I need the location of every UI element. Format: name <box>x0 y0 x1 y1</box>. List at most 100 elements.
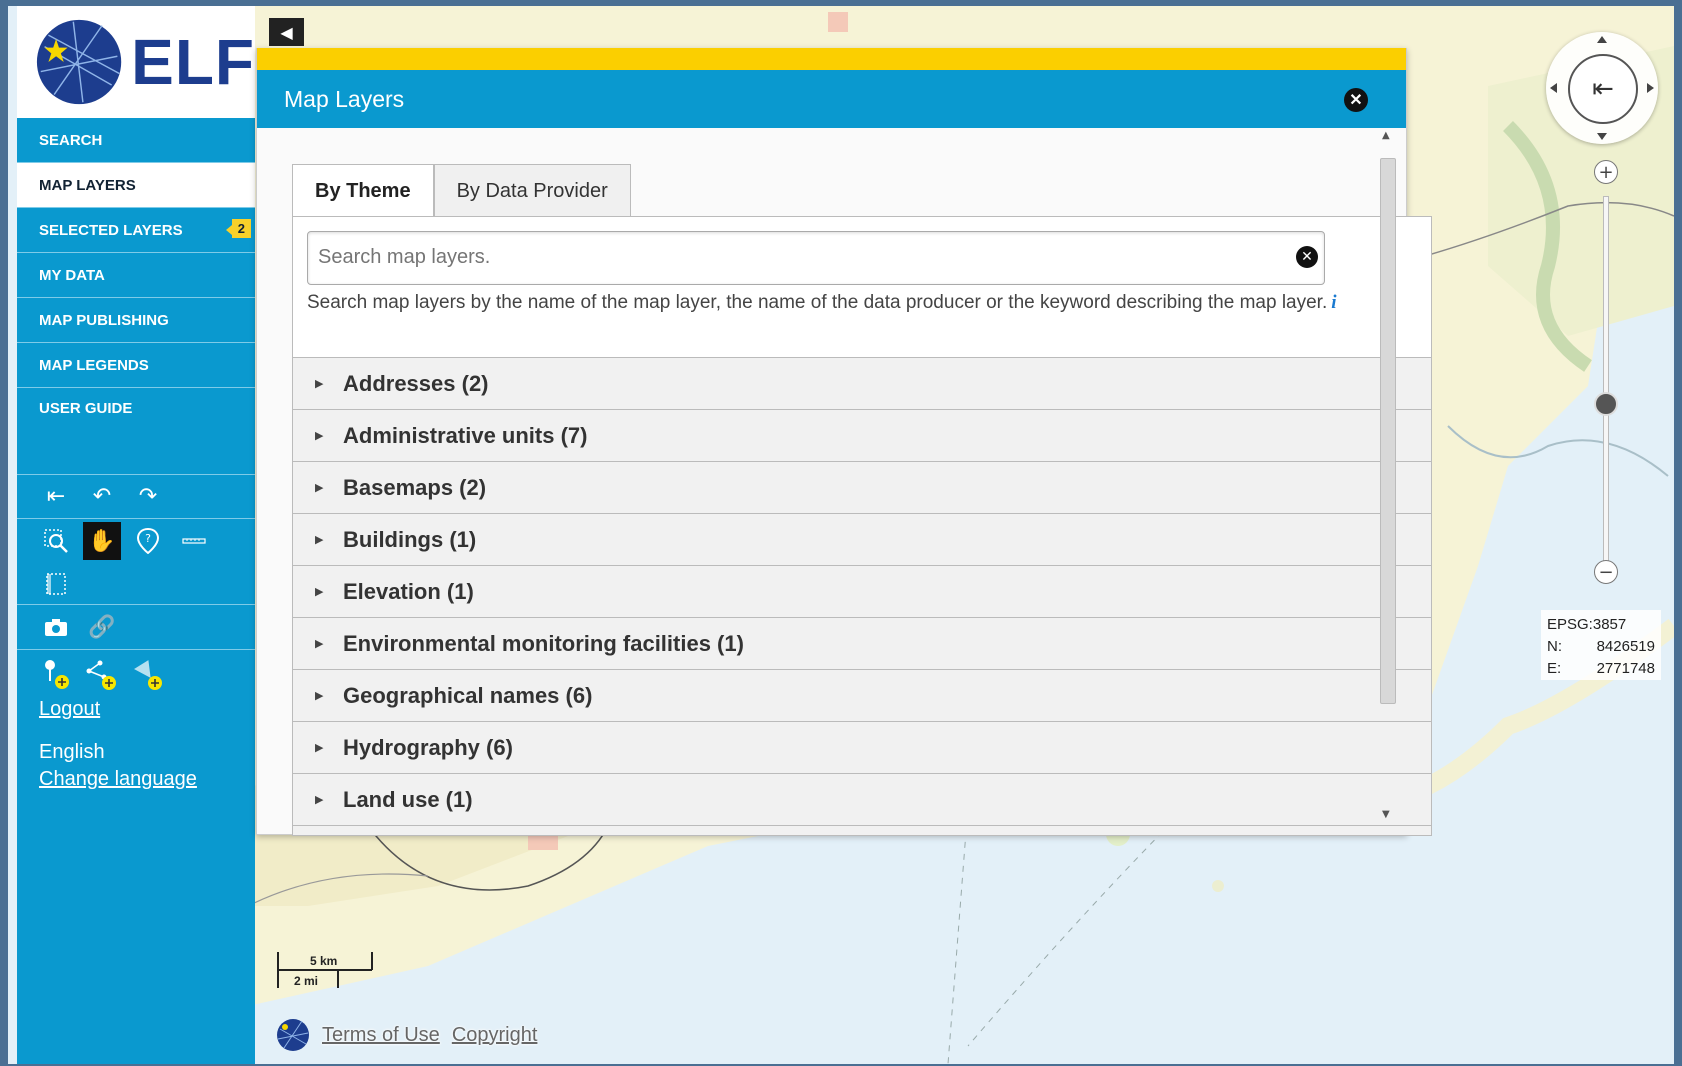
clear-search-icon[interactable]: ✕ <box>1296 246 1318 268</box>
menu-item-map-layers[interactable]: MAP LAYERS <box>17 163 255 208</box>
reset-map-icon[interactable]: ⇤ <box>1568 54 1638 124</box>
camera-icon[interactable] <box>37 608 75 646</box>
app-window: ELF SEARCH MAP LAYERS SELECTED LAYERS 2 M… <box>8 6 1674 1064</box>
panel-tabs: By Theme By Data Provider <box>292 164 631 217</box>
collapse-panel-button[interactable]: ◀ <box>269 18 304 46</box>
logout-link[interactable]: Logout <box>17 698 255 721</box>
elf-logo[interactable]: ELF <box>17 6 255 118</box>
tab-by-theme[interactable]: By Theme <box>292 164 434 217</box>
add-line-icon[interactable] <box>83 655 121 693</box>
pan-up-icon[interactable] <box>1597 36 1607 43</box>
layer-group-addresses[interactable]: ▶ Addresses (2) <box>293 357 1431 409</box>
map-layers-panel: Map Layers ✕ By Theme By Data Provider ✕… <box>256 48 1432 836</box>
scale-bar: 5 km 2 mi <box>276 952 376 996</box>
panel-scrollbar[interactable]: ▲ ▼ <box>1378 130 1396 820</box>
copyright-link[interactable]: Copyright <box>452 1024 538 1047</box>
reset-view-icon[interactable]: ⇤ <box>37 478 75 516</box>
scroll-thumb[interactable] <box>1380 158 1396 704</box>
undo-icon[interactable]: ↶ <box>83 478 121 516</box>
layer-group-geographical-names[interactable]: ▶ Geographical names (6) <box>293 669 1431 721</box>
expand-arrow-icon: ▶ <box>315 482 324 494</box>
expand-arrow-icon: ▶ <box>315 430 324 442</box>
menu-item-label: MAP LEGENDS <box>39 356 149 374</box>
history-toolbar: ⇤ ↶ ↷ <box>17 475 255 519</box>
menu-item-user-guide[interactable]: USER GUIDE <box>17 388 255 475</box>
layer-groups-list: ▶ Addresses (2) ▶ Administrative units (7)… <box>293 357 1431 835</box>
projection-label: EPSG:3857 <box>1547 616 1627 633</box>
scroll-down-icon[interactable]: ▼ <box>1382 809 1390 820</box>
change-language-link[interactable]: Change language <box>17 768 255 791</box>
search-help: Search map layers by the name of the map… <box>307 289 1387 316</box>
menu-item-map-legends[interactable]: MAP LEGENDS <box>17 343 255 388</box>
layer-group-hydrography[interactable]: ▶ Hydrography (6) <box>293 721 1431 773</box>
layer-group-partial[interactable] <box>293 825 1431 835</box>
menu-item-label: MAP PUBLISHING <box>39 311 169 329</box>
layer-group-label: Addresses (2) <box>343 370 489 396</box>
expand-arrow-icon: ▶ <box>315 378 324 390</box>
layer-group-basemaps[interactable]: ▶ Basemaps (2) <box>293 461 1431 513</box>
pan-compass[interactable]: ⇤ <box>1546 32 1658 144</box>
northing-label: N: <box>1547 638 1562 655</box>
zoom-box-icon[interactable] <box>37 522 75 560</box>
menu-item-search[interactable]: SEARCH <box>17 118 255 163</box>
layer-group-label: Buildings (1) <box>343 526 477 552</box>
current-language: English <box>39 741 105 763</box>
expand-arrow-icon: ▶ <box>315 690 324 702</box>
search-input[interactable] <box>316 232 1260 282</box>
northing-value: 8426519 <box>1596 638 1655 655</box>
layer-group-label: Basemaps (2) <box>343 474 487 500</box>
layer-group-buildings[interactable]: ▶ Buildings (1) <box>293 513 1431 565</box>
map-footer: Terms of Use Copyright <box>276 1018 537 1052</box>
menu-item-map-publishing[interactable]: MAP PUBLISHING <box>17 298 255 343</box>
close-icon[interactable]: ✕ <box>1344 88 1368 112</box>
zoom-in-button[interactable]: + <box>1594 160 1618 184</box>
expand-arrow-icon: ▶ <box>315 794 324 806</box>
pan-right-icon[interactable] <box>1647 83 1654 93</box>
coordinate-display: EPSG:3857 N: 8426519 E: 2771748 <box>1541 610 1661 680</box>
menu-item-my-data[interactable]: MY DATA <box>17 253 255 298</box>
zoom-out-button[interactable]: − <box>1594 560 1618 584</box>
sidebar: ELF SEARCH MAP LAYERS SELECTED LAYERS 2 M… <box>17 6 255 1064</box>
layer-group-administrative-units[interactable]: ▶ Administrative units (7) <box>293 409 1431 461</box>
layer-group-label: Hydrography (6) <box>343 734 513 760</box>
layer-group-label: Environmental monitoring facilities (1) <box>343 630 744 656</box>
easting-value: 2771748 <box>1596 660 1655 677</box>
pan-left-icon[interactable] <box>1550 83 1557 93</box>
menu-item-label: SELECTED LAYERS <box>39 221 183 239</box>
pan-down-icon[interactable] <box>1597 133 1607 140</box>
menu-item-label: MY DATA <box>39 266 105 284</box>
layer-group-land-use[interactable]: ▶ Land use (1) <box>293 773 1431 825</box>
zoom-slider-track[interactable] <box>1603 196 1609 568</box>
layer-group-label: Land use (1) <box>343 786 473 812</box>
measure-line-icon[interactable] <box>175 522 213 560</box>
info-icon[interactable]: i <box>1331 292 1336 313</box>
expand-arrow-icon: ▶ <box>315 534 324 546</box>
tab-by-data-provider[interactable]: By Data Provider <box>433 164 631 217</box>
layer-search-box: ✕ <box>307 231 1325 285</box>
panel-title: Map Layers <box>284 85 405 112</box>
layer-group-label: Elevation (1) <box>343 578 474 604</box>
selected-layers-count-badge: 2 <box>225 219 251 238</box>
main-menu: SEARCH MAP LAYERS SELECTED LAYERS 2 MY DA… <box>17 118 255 475</box>
menu-item-label: USER GUIDE <box>39 400 133 417</box>
menu-item-selected-layers[interactable]: SELECTED LAYERS 2 <box>17 208 255 253</box>
measure-area-icon[interactable] <box>37 565 75 603</box>
layer-group-environmental-monitoring[interactable]: ▶ Environmental monitoring facilities (1) <box>293 617 1431 669</box>
add-point-icon[interactable] <box>37 655 75 693</box>
map-tools-toolbar-row2 <box>17 563 255 605</box>
add-area-icon[interactable] <box>129 655 167 693</box>
scale-imperial-label: 2 mi <box>294 974 319 988</box>
zoom-slider-handle[interactable] <box>1594 392 1618 416</box>
redo-icon[interactable]: ↷ <box>129 478 167 516</box>
expand-arrow-icon: ▶ <box>315 742 324 754</box>
layer-group-elevation[interactable]: ▶ Elevation (1) <box>293 565 1431 617</box>
marker-icon[interactable]: ? <box>129 522 167 560</box>
globe-logo-icon <box>36 19 122 105</box>
expand-arrow-icon: ▶ <box>315 586 324 598</box>
pan-hand-icon[interactable]: ✋ <box>83 522 121 560</box>
link-icon[interactable]: 🔗 <box>83 608 121 646</box>
scroll-up-icon[interactable]: ▲ <box>1382 130 1390 141</box>
terms-of-use-link[interactable]: Terms of Use <box>322 1024 440 1047</box>
panel-accent-bar <box>257 48 1406 70</box>
search-help-text: Search map layers by the name of the map… <box>307 292 1328 313</box>
